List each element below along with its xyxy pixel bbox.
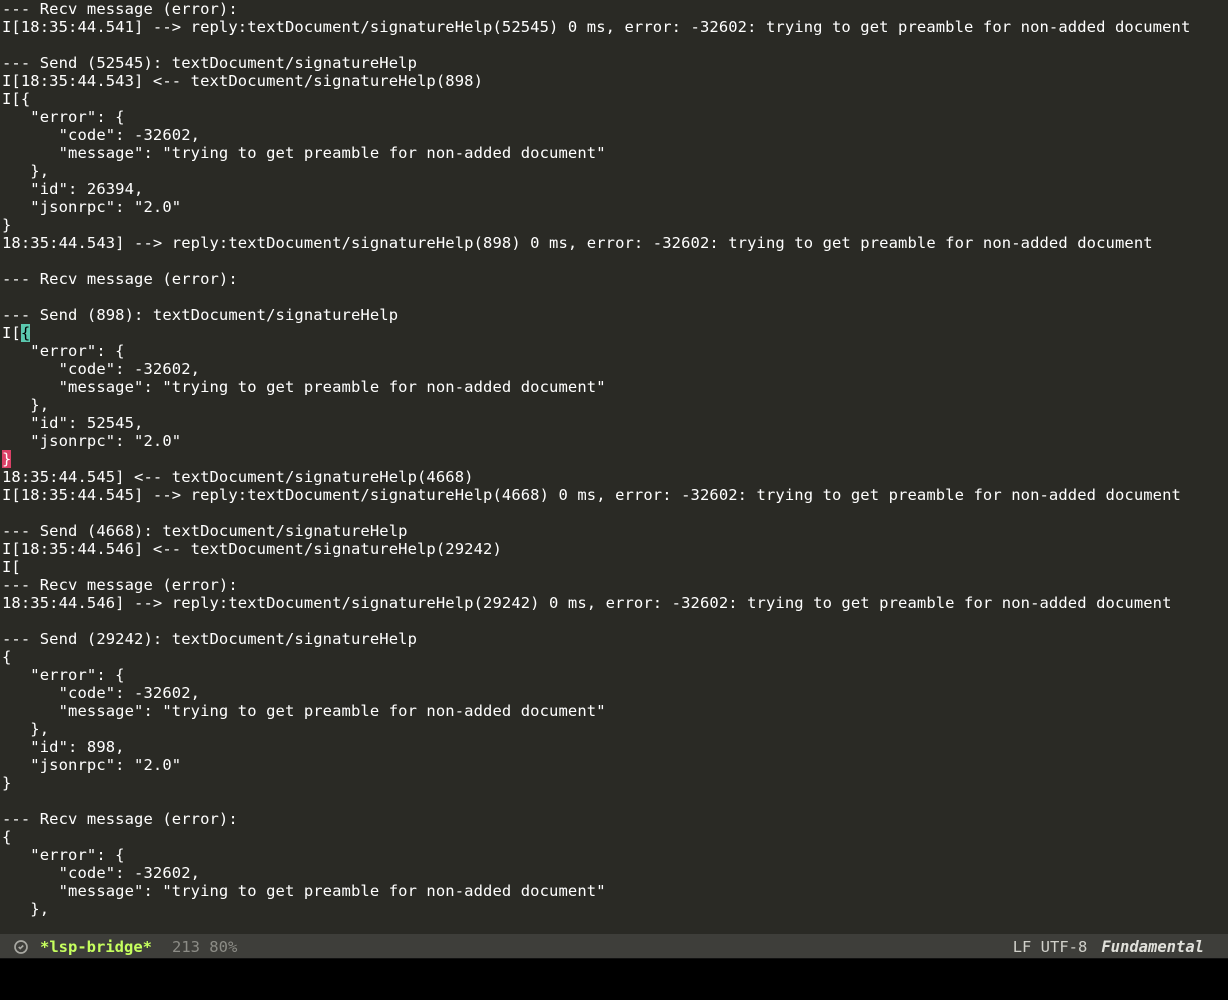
buffer-state-icon bbox=[12, 938, 30, 956]
cursor: { bbox=[21, 324, 30, 342]
buffer-name[interactable]: *lsp-bridge* bbox=[40, 938, 152, 956]
log-text-mid: "error": { "code": -32602, "message": "t… bbox=[2, 342, 606, 450]
major-mode-indicator[interactable]: Fundamental bbox=[1101, 938, 1204, 956]
log-text-before: --- Recv message (error): I[18:35:44.541… bbox=[2, 0, 1190, 342]
mode-line-right: LF UTF-8 Fundamental bbox=[1013, 938, 1228, 956]
text-buffer[interactable]: --- Recv message (error): I[18:35:44.541… bbox=[0, 0, 1228, 1000]
mode-line-left: *lsp-bridge* 213 80% bbox=[0, 938, 237, 956]
matching-brace: } bbox=[2, 450, 11, 468]
line-position: 213 80% bbox=[172, 938, 237, 956]
mode-line[interactable]: *lsp-bridge* 213 80% LF UTF-8 Fundamenta… bbox=[0, 934, 1228, 959]
log-text-after: 18:35:44.545] <-- textDocument/signature… bbox=[2, 468, 1181, 918]
minibuffer[interactable] bbox=[0, 958, 1228, 1000]
encoding-indicator[interactable]: LF UTF-8 bbox=[1013, 938, 1088, 956]
editor-frame: --- Recv message (error): I[18:35:44.541… bbox=[0, 0, 1228, 1000]
